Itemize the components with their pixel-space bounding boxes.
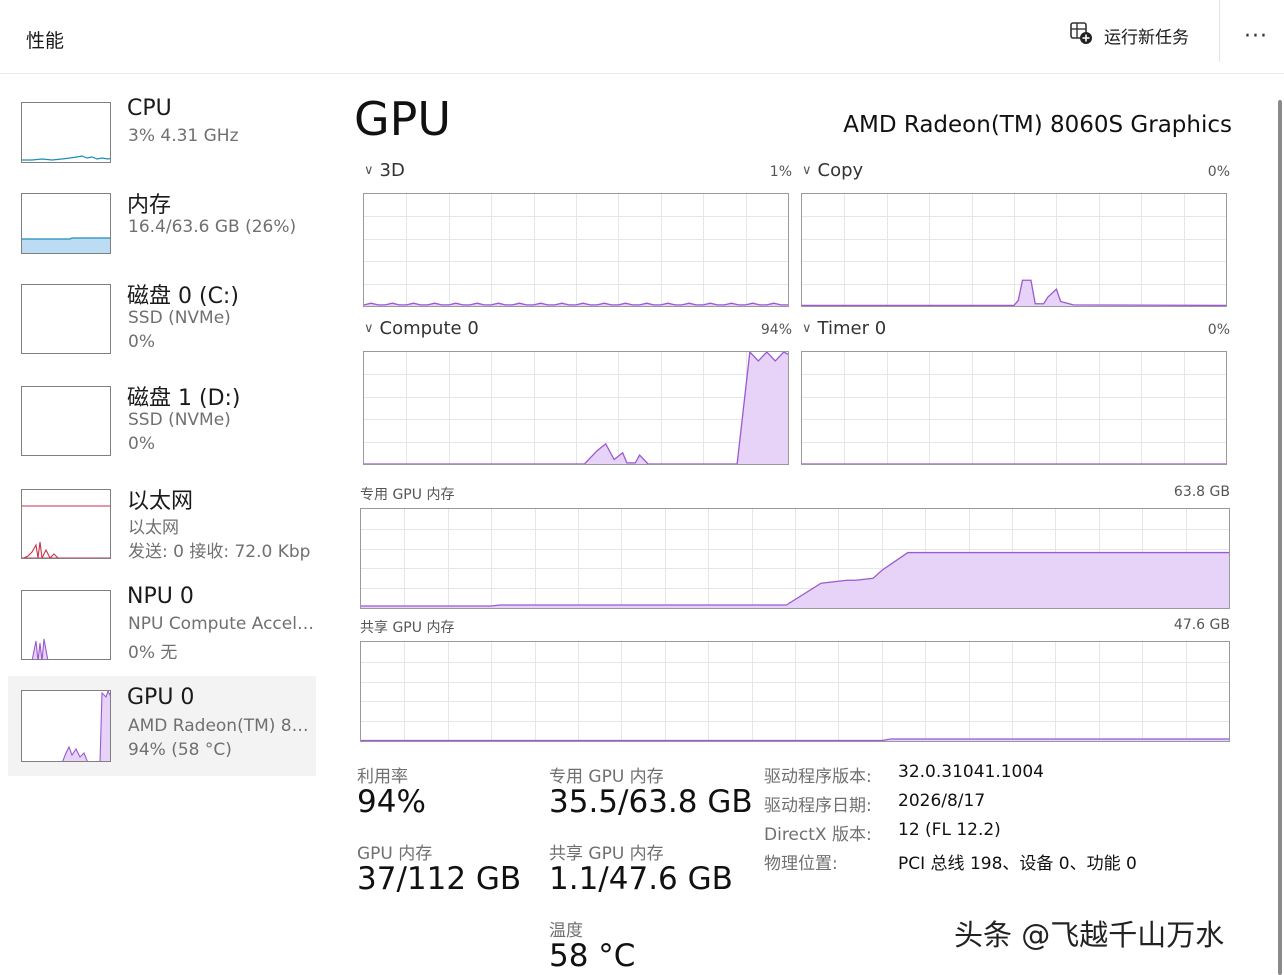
directx-version-value: 12 (FL 12.2) <box>898 820 1001 840</box>
engine-compute-graph <box>363 351 789 465</box>
gpu-memory-stat-value: 37/112 GB <box>357 861 522 897</box>
header-bar: 性能 运行新任务 ··· <box>0 0 1284 74</box>
sidebar-item-name: 内存 <box>127 193 172 218</box>
run-new-task-label: 运行新任务 <box>1104 27 1189 48</box>
chevron-down-icon: ∨ <box>802 321 812 336</box>
sidebar-item-detail: 3% 4.31 GHz <box>128 126 239 146</box>
engine-copy-dropdown[interactable]: ∨ Copy <box>802 160 863 181</box>
header-divider <box>1219 0 1220 62</box>
driver-date-label: 驱动程序日期: <box>764 796 872 816</box>
engine-label: Copy <box>817 160 864 181</box>
sidebar-item-cpu[interactable]: CPU 3% 4.31 GHz <box>8 94 316 194</box>
sidebar-item-gpu[interactable]: GPU 0 AMD Radeon(TM) 8… 94% (58 °C) <box>8 676 316 776</box>
gpu-title: GPU <box>354 92 452 146</box>
disk-0-thumbnail-graph <box>21 284 111 354</box>
sidebar-item-ethernet[interactable]: 以太网 以太网 发送: 0 接收: 72.0 Kbp <box>8 481 316 581</box>
dedicated-memory-graph <box>360 508 1230 609</box>
sidebar-item-memory[interactable]: 内存 16.4/63.6 GB (26%) <box>8 185 316 285</box>
sidebar-item-detail: NPU Compute Accel… <box>128 614 314 634</box>
physical-location-value: PCI 总线 198、设备 0、功能 0 <box>898 854 1137 874</box>
ethernet-thumbnail-graph <box>21 489 111 559</box>
engine-3d-dropdown[interactable]: ∨ 3D <box>364 160 405 181</box>
chevron-down-icon: ∨ <box>802 163 812 178</box>
sidebar-item-usage: 0% 无 <box>128 643 178 663</box>
shared-memory-label: 共享 GPU 内存 <box>360 620 455 636</box>
cpu-thumbnail-graph <box>21 102 111 163</box>
chevron-down-icon: ∨ <box>364 163 374 178</box>
engine-label: Timer 0 <box>817 318 887 339</box>
graph-canvas <box>361 642 1229 741</box>
engine-timer-percent: 0% <box>1207 322 1230 338</box>
driver-version-label: 驱动程序版本: <box>764 767 872 787</box>
engine-copy-percent: 0% <box>1207 164 1230 180</box>
engine-copy-graph <box>801 193 1227 307</box>
physical-location-label: 物理位置: <box>764 854 838 874</box>
graph-canvas <box>361 509 1229 608</box>
gpu-thumbnail-graph <box>21 690 111 762</box>
sidebar-item-npu[interactable]: NPU 0 NPU Compute Accel… 0% 无 <box>8 582 316 682</box>
engine-timer-dropdown[interactable]: ∨ Timer 0 <box>802 318 886 339</box>
sidebar-item-detail: 16.4/63.6 GB (26%) <box>128 217 297 237</box>
dedicated-memory-stat-value: 35.5/63.8 GB <box>549 784 753 820</box>
dedicated-memory-max: 63.8 GB <box>1173 484 1230 500</box>
graph-canvas <box>802 352 1226 464</box>
graph-canvas <box>802 194 1226 306</box>
engine-label: 3D <box>379 160 405 181</box>
gpu-model-name: AMD Radeon(TM) 8060S Graphics <box>843 112 1232 138</box>
engine-3d-graph <box>363 193 789 307</box>
driver-date-value: 2026/8/17 <box>898 791 986 811</box>
sidebar-item-name: 以太网 <box>127 489 194 514</box>
sidebar-item-usage: 0% <box>128 332 155 352</box>
shared-memory-graph <box>360 641 1230 742</box>
sidebar-item-detail: SSD (NVMe) <box>128 410 231 430</box>
driver-version-value: 32.0.31041.1004 <box>898 762 1045 782</box>
chevron-down-icon: ∨ <box>364 321 374 336</box>
disk-1-thumbnail-graph <box>21 386 111 456</box>
scrollbar[interactable] <box>1278 100 1282 975</box>
npu-thumbnail-graph <box>21 590 111 660</box>
shared-memory-max: 47.6 GB <box>1173 617 1230 633</box>
shared-memory-stat-value: 1.1/47.6 GB <box>549 861 733 897</box>
graph-canvas <box>364 194 788 306</box>
more-options-icon[interactable]: ··· <box>1240 22 1272 50</box>
sidebar-item-throughput: 发送: 0 接收: 72.0 Kbp <box>128 542 311 562</box>
sidebar-item-detail: SSD (NVMe) <box>128 308 231 328</box>
page-title: 性能 <box>26 30 65 52</box>
temperature-value: 58 °C <box>549 938 636 974</box>
engine-compute-percent: 94% <box>760 322 792 338</box>
memory-thumbnail-graph <box>21 193 111 254</box>
engine-timer-graph <box>801 351 1227 465</box>
sidebar-item-detail: AMD Radeon(TM) 8… <box>128 716 309 736</box>
dedicated-memory-label: 专用 GPU 内存 <box>360 487 455 503</box>
engine-label: Compute 0 <box>379 318 479 339</box>
new-task-icon <box>1068 20 1094 50</box>
utilization-value: 94% <box>357 784 426 820</box>
sidebar-item-name: NPU 0 <box>127 584 194 609</box>
engine-compute-dropdown[interactable]: ∨ Compute 0 <box>364 318 479 339</box>
run-new-task-button[interactable]: 运行新任务 <box>1068 20 1189 50</box>
watermark-text: 头条 @飞越千山万水 <box>954 918 1225 952</box>
sidebar-item-name: 磁盘 0 (C:) <box>127 284 239 309</box>
sidebar-item-name: 磁盘 1 (D:) <box>127 386 241 411</box>
sidebar-item-disk-0[interactable]: 磁盘 0 (C:) SSD (NVMe) 0% <box>8 276 316 376</box>
sidebar-item-name: GPU 0 <box>127 685 195 710</box>
sidebar-item-usage: 0% <box>128 434 155 454</box>
engine-3d-percent: 1% <box>769 164 792 180</box>
graph-canvas <box>364 352 788 464</box>
sidebar-item-usage: 94% (58 °C) <box>128 740 232 760</box>
sidebar-item-name: CPU <box>127 96 172 121</box>
sidebar-item-detail: 以太网 <box>128 518 179 538</box>
directx-version-label: DirectX 版本: <box>764 825 872 845</box>
sidebar-item-disk-1[interactable]: 磁盘 1 (D:) SSD (NVMe) 0% <box>8 378 316 478</box>
